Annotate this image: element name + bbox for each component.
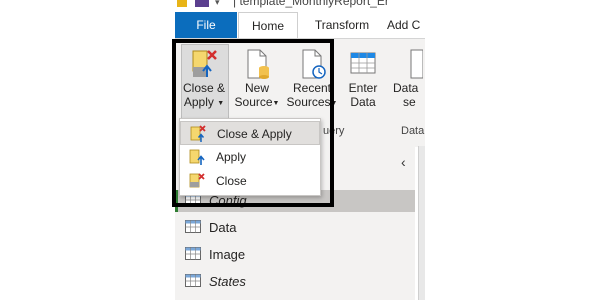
enter-data-label-2: Data <box>350 95 376 109</box>
save-icon[interactable] <box>177 0 187 7</box>
chevron-down-icon[interactable]: ▾ <box>215 0 220 8</box>
title-bar: ▾ | template_MonthlyReport_Er <box>175 0 425 9</box>
tab-home[interactable]: Home <box>238 12 298 39</box>
tab-transform[interactable]: Transform <box>303 12 381 38</box>
ribbon-tabs: File Home Transform Add C <box>175 12 425 39</box>
query-label: States <box>209 274 246 289</box>
query-item-states[interactable]: States <box>185 271 415 293</box>
data-source-settings-icon <box>410 49 423 79</box>
enter-data-label-1: Enter <box>348 81 378 95</box>
preview-pane-edge <box>418 146 425 300</box>
table-icon <box>185 272 201 294</box>
tab-add-column[interactable]: Add C <box>387 12 425 38</box>
table-icon <box>185 245 201 267</box>
query-item-data[interactable]: Data <box>185 217 415 239</box>
data-source-settings-button[interactable]: Data se <box>393 47 425 109</box>
group-label-data: Data <box>401 125 425 137</box>
query-label: Data <box>209 220 237 235</box>
data-source-settings-label-2: se <box>403 95 416 109</box>
quick-access-icon[interactable] <box>195 0 209 7</box>
enter-data-button[interactable]: Enter Data <box>343 47 383 109</box>
table-icon <box>185 218 201 240</box>
query-item-image[interactable]: Image <box>185 244 415 266</box>
tab-file[interactable]: File <box>175 12 237 38</box>
query-label: Image <box>209 247 246 262</box>
window-title: | template_MonthlyReport_Er <box>233 0 389 8</box>
table-icon <box>350 52 376 74</box>
annotation-highlight-box <box>172 39 334 207</box>
collapse-pane-icon[interactable]: ‹ <box>401 154 406 170</box>
data-source-settings-label-1: Data <box>393 81 419 95</box>
